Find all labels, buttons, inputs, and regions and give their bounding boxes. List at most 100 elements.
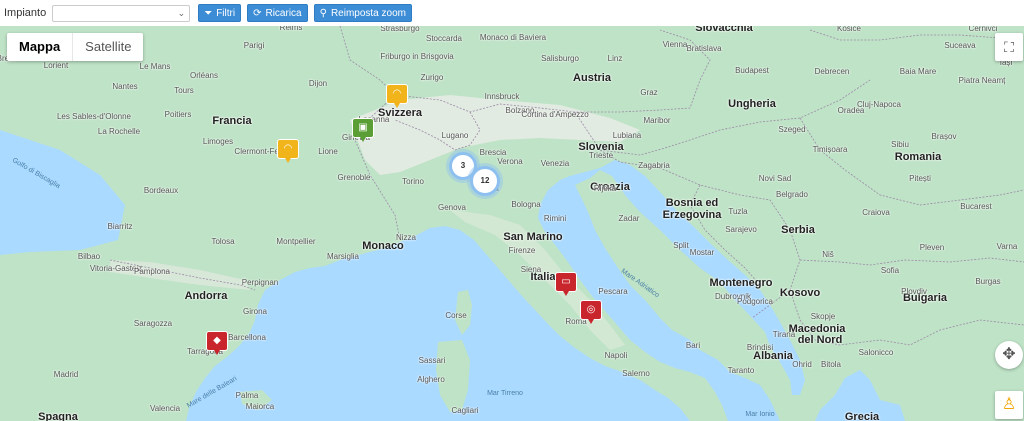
- sea-label: Mar Tirreno: [487, 390, 523, 397]
- city-label: Košice: [836, 26, 862, 33]
- city-label: Verona: [497, 157, 523, 166]
- city-label: Szeged: [778, 125, 806, 134]
- country-label: Montenegro: [709, 277, 773, 289]
- city-label: Salisburgo: [541, 54, 579, 63]
- city-label: Tuzla: [728, 207, 748, 216]
- city-label: Reims: [279, 26, 303, 32]
- city-label: Debrecen: [814, 67, 850, 76]
- drop-icon: ◆: [213, 335, 221, 346]
- wifi-icon: ◠: [392, 88, 402, 99]
- map-marker[interactable]: ▣: [353, 119, 373, 142]
- map-canvas[interactable]: Slovacchia Austria Ungheria Francia Svizzera…: [0, 26, 1024, 421]
- street-view-button[interactable]: ♙: [995, 391, 1023, 419]
- map-type-satellite[interactable]: Satellite: [72, 33, 143, 61]
- fullscreen-icon: ⛶: [1004, 39, 1014, 55]
- city-label: Montpellier: [276, 237, 316, 246]
- city-label: Ohrid: [792, 360, 812, 369]
- filtri-button[interactable]: ⏷ Filtri: [198, 4, 242, 22]
- city-label: Pescara: [598, 287, 628, 296]
- city-label: Skopje: [810, 312, 836, 321]
- impianto-label: Impianto: [4, 7, 47, 19]
- toolbar: Impianto ⌄ ⏷ Filtri ⟳ Ricarica ⚲ Reimpos…: [0, 0, 1024, 26]
- city-label: Sassari: [418, 356, 446, 365]
- city-label: Dijon: [308, 79, 328, 88]
- city-label: Suceava: [944, 41, 976, 50]
- city-label: Friburgo in Brisgovia: [380, 52, 454, 61]
- city-label: Marsiglia: [326, 252, 360, 261]
- fullscreen-button[interactable]: ⛶: [995, 33, 1023, 61]
- city-label: Bitola: [820, 360, 842, 369]
- country-label: Spagna: [38, 411, 78, 421]
- map-marker[interactable]: ▭: [556, 273, 576, 296]
- country-label: San Marino: [503, 231, 563, 243]
- city-label: Strasburgo: [380, 26, 420, 33]
- city-label: Salerno: [622, 369, 650, 378]
- city-label: Cagliari: [451, 406, 479, 415]
- country-label: Austria: [573, 72, 611, 84]
- map-base: [0, 26, 1024, 421]
- city-label: Biarritz: [107, 222, 133, 231]
- filtri-button-label: Filtri: [216, 7, 236, 19]
- briefcase-icon: ▭: [561, 276, 571, 287]
- city-label: Zadar: [618, 214, 640, 223]
- city-label: Venezia: [540, 159, 570, 168]
- city-label: Brescia: [479, 148, 507, 157]
- city-label: Vienna: [662, 40, 688, 49]
- city-label: Novi Sad: [758, 174, 792, 183]
- map-marker[interactable]: ◎: [581, 301, 601, 324]
- city-label: Zurigo: [420, 73, 444, 82]
- city-label: Linz: [607, 54, 623, 63]
- cluster-count: 3: [460, 161, 466, 170]
- reimposta-zoom-button-label: Reimposta zoom: [330, 7, 406, 19]
- map-type-mappa[interactable]: Mappa: [7, 33, 72, 61]
- plant-icon: ▣: [358, 122, 368, 133]
- map-camera-control[interactable]: ✥: [995, 341, 1023, 369]
- country-label: Ungheria: [728, 98, 776, 110]
- city-label: Rimini: [543, 214, 567, 223]
- city-label: Lugano: [441, 131, 469, 140]
- city-label: Genova: [437, 203, 467, 212]
- city-label: Corse: [445, 311, 467, 320]
- city-label: Oradea: [837, 106, 865, 115]
- city-label: Bratislava: [686, 44, 722, 53]
- city-label: Sibiu: [891, 140, 909, 149]
- city-label: Baia Mare: [899, 67, 937, 76]
- reimposta-zoom-button[interactable]: ⚲ Reimposta zoom: [313, 4, 412, 22]
- city-label: Rijeka: [593, 184, 617, 193]
- city-label: Pitești: [909, 174, 931, 183]
- map-marker[interactable]: ◆: [207, 332, 227, 355]
- city-label: Firenze: [508, 246, 536, 255]
- impianto-select[interactable]: ⌄: [52, 4, 191, 22]
- city-label: Budapest: [735, 66, 769, 75]
- city-label: Pamplona: [133, 267, 171, 276]
- city-label: Sarajevo: [725, 225, 757, 234]
- city-label: Pleven: [919, 243, 945, 252]
- city-label: Lubiana: [612, 131, 642, 140]
- city-label: Salonicco: [858, 348, 894, 357]
- marker-cluster[interactable]: 12: [470, 166, 500, 196]
- city-label: Orléans: [189, 71, 219, 80]
- wifi-icon: ◠: [283, 143, 293, 154]
- city-label: Le Mans: [139, 62, 171, 71]
- ricarica-button[interactable]: ⟳ Ricarica: [247, 4, 308, 22]
- city-label: La Rochelle: [97, 127, 141, 136]
- city-label: Stoccarda: [425, 34, 463, 43]
- city-label: Niš: [822, 250, 834, 259]
- country-label: Grecia: [844, 411, 880, 421]
- map-marker[interactable]: ◠: [387, 85, 407, 108]
- city-label: Monaco di Baviera: [479, 33, 547, 42]
- city-label: Nizza: [395, 233, 417, 242]
- country-label: Andorra: [184, 290, 228, 302]
- city-label: Madrid: [53, 370, 79, 379]
- city-label: Grenoble: [337, 173, 371, 182]
- chevron-down-icon: ⌄: [177, 7, 186, 18]
- city-label: Bilbao: [77, 252, 101, 261]
- city-label: Bucarest: [960, 202, 992, 211]
- city-label: Maiorca: [245, 402, 275, 411]
- city-label: Cortina d'Ampezzo: [521, 110, 589, 119]
- city-label: Saragozza: [133, 319, 173, 328]
- sea-label: Mar Ionio: [745, 411, 775, 418]
- map-marker[interactable]: ◠: [278, 140, 298, 163]
- ricarica-button-label: Ricarica: [265, 7, 302, 19]
- city-label: Bari: [685, 341, 701, 350]
